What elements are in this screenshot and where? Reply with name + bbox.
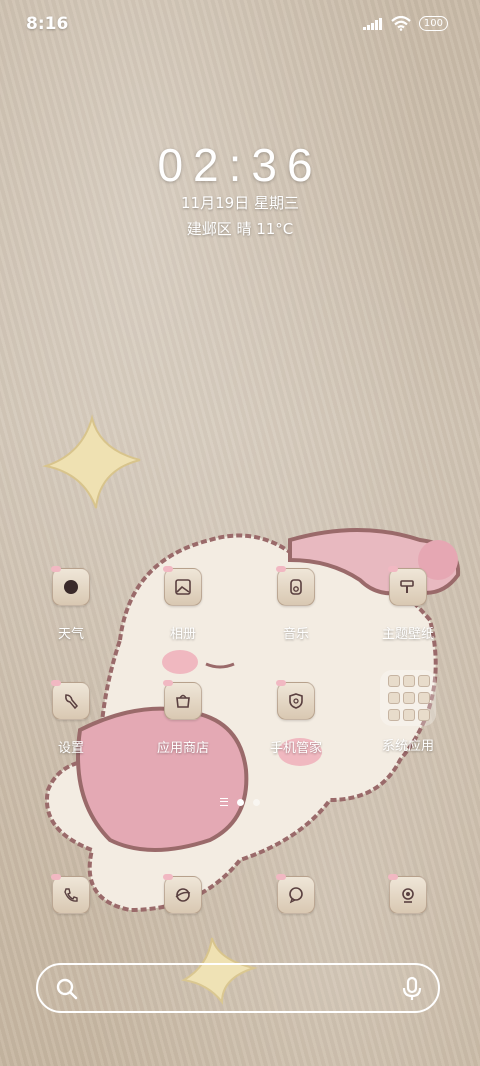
app-music[interactable]: 音乐 bbox=[246, 566, 346, 642]
app-security[interactable]: 手机管家 bbox=[246, 680, 346, 756]
app-label: 相册 bbox=[169, 627, 196, 642]
app-label: 应用商店 bbox=[156, 741, 209, 756]
theme-icon bbox=[388, 566, 427, 606]
status-time: 8:16 bbox=[26, 14, 69, 34]
phone-icon bbox=[51, 874, 90, 914]
app-store[interactable]: 应用商店 bbox=[133, 680, 233, 756]
search-bar[interactable] bbox=[36, 963, 440, 1013]
app-store-icon bbox=[163, 680, 202, 720]
app-label: 手机管家 bbox=[269, 741, 322, 756]
dock-phone[interactable] bbox=[21, 874, 121, 914]
music-icon bbox=[276, 566, 315, 606]
clock-widget-date: 11月19日 星期三 bbox=[181, 194, 299, 212]
messages-icon bbox=[276, 874, 315, 914]
status-bar: 8:16 100 bbox=[0, 0, 480, 50]
signal-icon bbox=[362, 17, 382, 30]
app-folder-system[interactable]: 系统应用 bbox=[358, 670, 458, 754]
page-dot[interactable] bbox=[253, 798, 260, 806]
star-decoration bbox=[42, 414, 141, 509]
app-label: 天气 bbox=[57, 627, 84, 642]
browser-icon bbox=[163, 874, 202, 914]
search-input[interactable] bbox=[96, 975, 380, 1003]
status-icons: 100 bbox=[362, 16, 448, 31]
dock-messages[interactable] bbox=[246, 874, 346, 914]
app-gallery[interactable]: 相册 bbox=[133, 566, 233, 642]
settings-icon bbox=[51, 680, 90, 720]
app-label: 主题壁纸 bbox=[381, 627, 434, 642]
security-icon bbox=[276, 680, 315, 720]
app-settings[interactable]: 设置 bbox=[21, 680, 121, 756]
dock-camera[interactable] bbox=[358, 874, 458, 914]
wifi-icon bbox=[391, 16, 411, 31]
search-icon[interactable] bbox=[56, 978, 78, 1000]
gallery-icon bbox=[163, 566, 202, 606]
app-weather[interactable]: 天气 bbox=[21, 566, 121, 642]
clock-widget-weather: 建邺区 晴 11°C bbox=[186, 220, 294, 238]
folder-icon bbox=[380, 670, 436, 726]
app-label: 系统应用 bbox=[381, 739, 434, 754]
app-theme[interactable]: 主题壁纸 bbox=[358, 566, 458, 642]
battery-icon: 100 bbox=[418, 16, 448, 31]
weather-icon bbox=[51, 566, 90, 606]
page-indicator[interactable] bbox=[0, 798, 480, 806]
dock-browser[interactable] bbox=[133, 874, 233, 914]
app-label: 设置 bbox=[57, 741, 84, 756]
microphone-icon[interactable] bbox=[402, 976, 422, 1002]
page-dot[interactable] bbox=[237, 798, 244, 806]
camera-icon bbox=[388, 874, 427, 914]
app-label: 音乐 bbox=[282, 627, 309, 642]
app-drawer-icon[interactable] bbox=[220, 798, 228, 806]
clock-widget-time[interactable]: 02:36 bbox=[0, 138, 480, 192]
